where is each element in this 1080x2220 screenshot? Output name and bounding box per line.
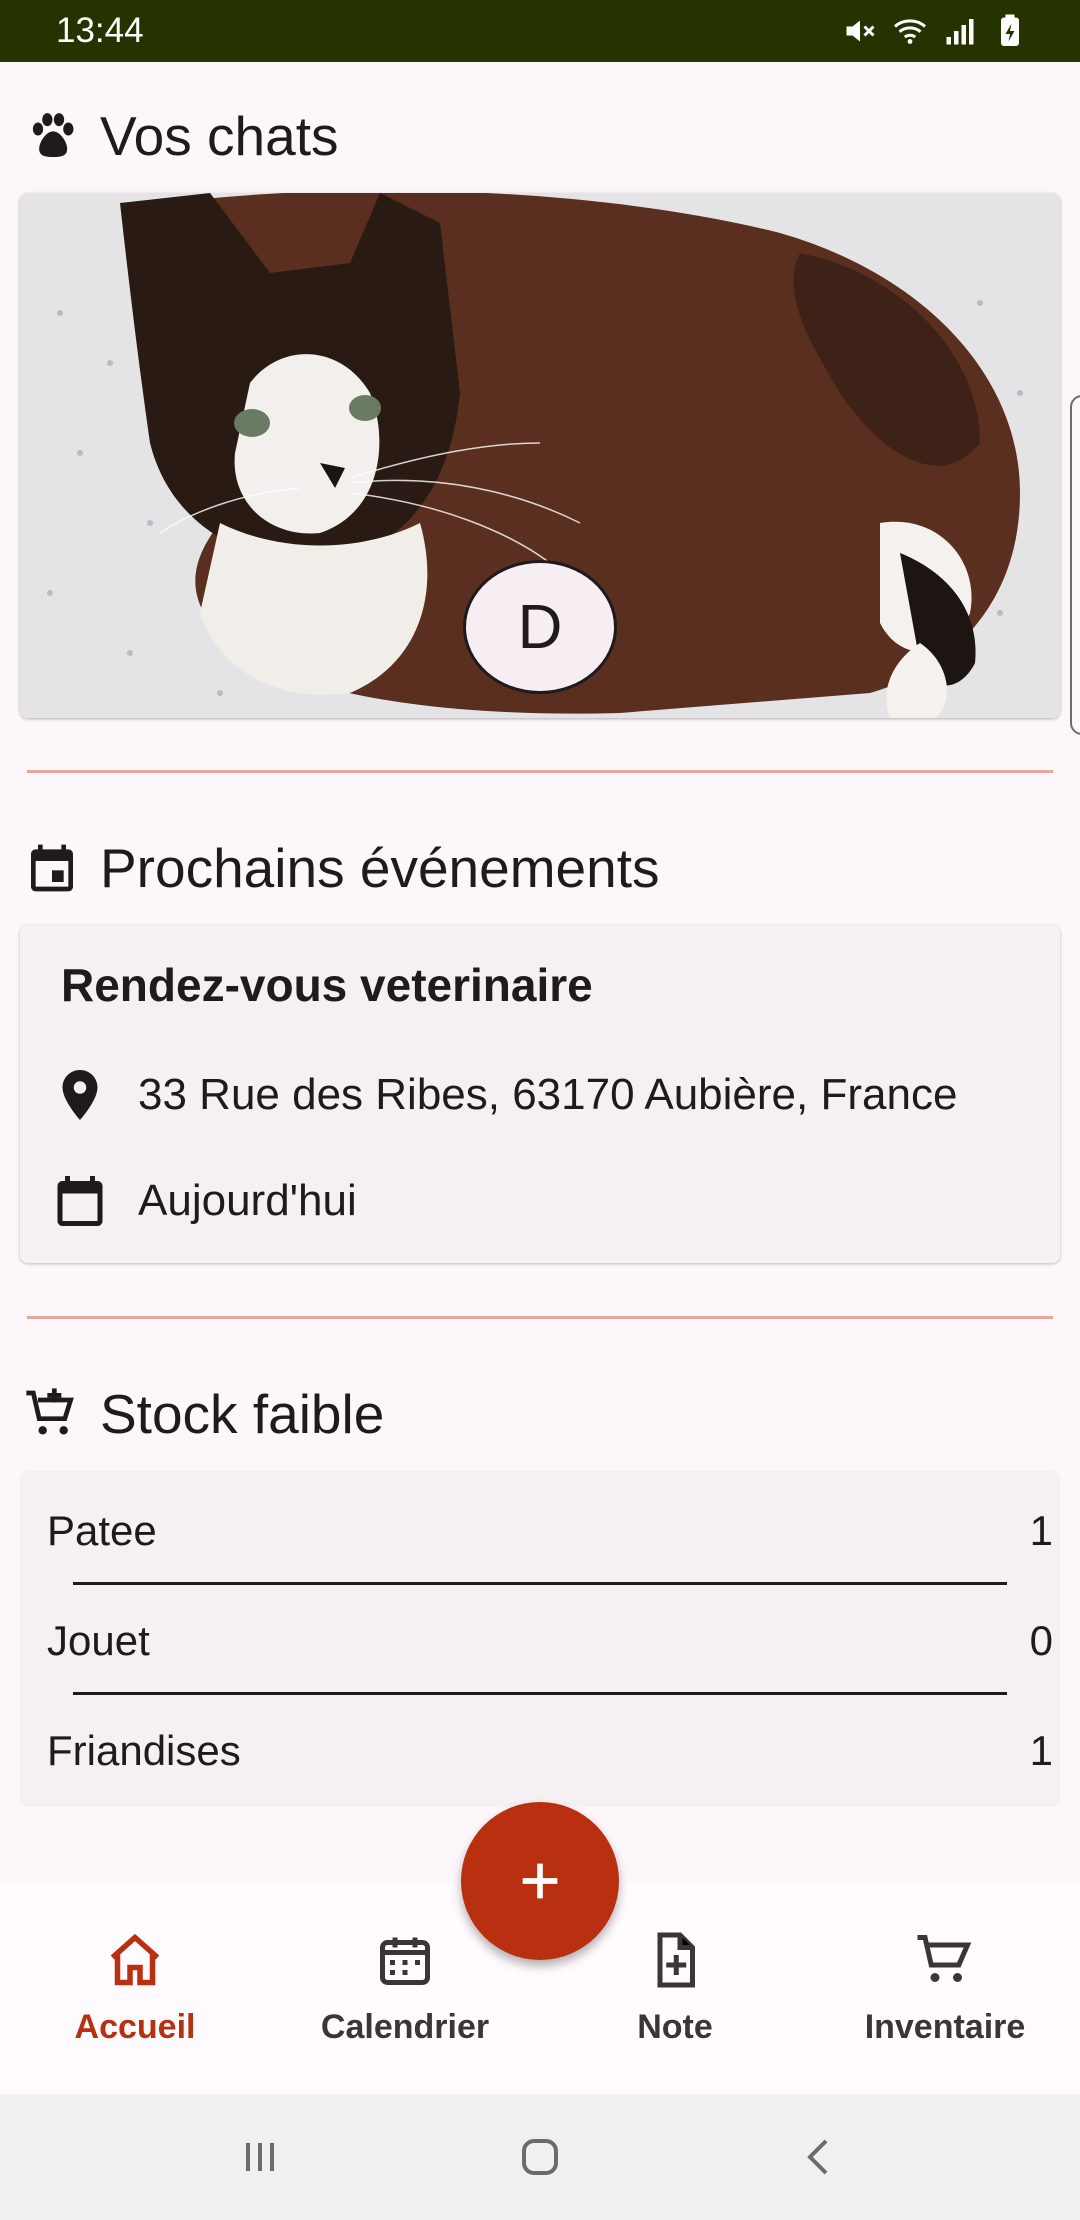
battery-icon [1001,14,1019,46]
nav-label: Accueil [74,2008,196,2046]
mute-icon [846,20,875,42]
status-time: 13:44 [56,11,144,50]
wifi-icon [893,19,927,44]
cats-title: Vos chats [100,105,339,167]
divider [27,770,1053,773]
stock-item-qty: 1 [1029,1507,1053,1554]
stock-row[interactable]: Friandises 1 [47,1727,1053,1775]
stock-row[interactable]: Patee 1 [47,1507,1053,1555]
home-icon [110,1933,160,1986]
nav-label: Note [637,2008,713,2046]
back-icon[interactable] [796,2133,844,2181]
events-section-title: Prochains événements [24,836,659,900]
status-icons [842,13,1028,49]
system-navigation-bar [0,2094,1080,2220]
stock-section-title: Stock faible [24,1382,384,1446]
event-card[interactable]: Rendez-vous veterinaire 33 Rue des Ribes… [20,925,1060,1263]
stock-separator [73,1582,1007,1585]
cat-card[interactable]: D [20,193,1060,718]
event-date: Aujourd'hui [138,1176,357,1225]
event-calendar-icon [31,844,73,892]
nav-item-accueil[interactable]: Accueil [0,1882,270,2094]
recent-apps-icon[interactable] [236,2133,284,2181]
stock-card: Patee 1 Jouet 0 Friandises 1 [20,1471,1060,1807]
cats-section-title: Vos chats [24,104,338,168]
location-pin-icon [62,1070,98,1120]
stock-item-qty: 1 [1029,1727,1053,1774]
note-add-icon [657,1932,695,1988]
stock-title: Stock faible [100,1383,385,1445]
events-title: Prochains événements [100,837,660,899]
stock-separator [73,1692,1007,1695]
event-address-row: 33 Rue des Ribes, 63170 Aubière, France [50,1065,957,1125]
signal-icon [946,19,974,45]
event-title: Rendez-vous veterinaire [61,959,593,1011]
add-button[interactable] [461,1802,619,1960]
event-address: 33 Rue des Ribes, 63170 Aubière, France [138,1070,958,1119]
event-date-row: Aujourd'hui [50,1171,357,1231]
home-button-icon[interactable] [516,2133,564,2181]
stock-item-name: Patee [47,1507,157,1554]
cart-icon [917,1935,972,1982]
nav-item-inventaire[interactable]: Inventaire [810,1882,1080,2094]
nav-label: Calendrier [320,2008,490,2046]
stock-row[interactable]: Jouet 0 [47,1617,1053,1665]
stock-item-name: Jouet [47,1617,150,1664]
calendar-icon [57,1176,103,1226]
status-bar: 13:44 [0,0,1080,62]
paw-icon [32,113,74,157]
stock-item-name: Friandises [47,1727,241,1774]
cat-avatar[interactable]: D [463,560,617,694]
cart-add-icon [26,1388,74,1435]
side-handle[interactable] [1070,395,1080,735]
stock-item-qty: 0 [1029,1617,1053,1664]
divider [27,1316,1053,1319]
calendar-icon [380,1937,430,1985]
plus-icon [522,1863,558,1899]
nav-label: Inventaire [864,2008,1026,2046]
